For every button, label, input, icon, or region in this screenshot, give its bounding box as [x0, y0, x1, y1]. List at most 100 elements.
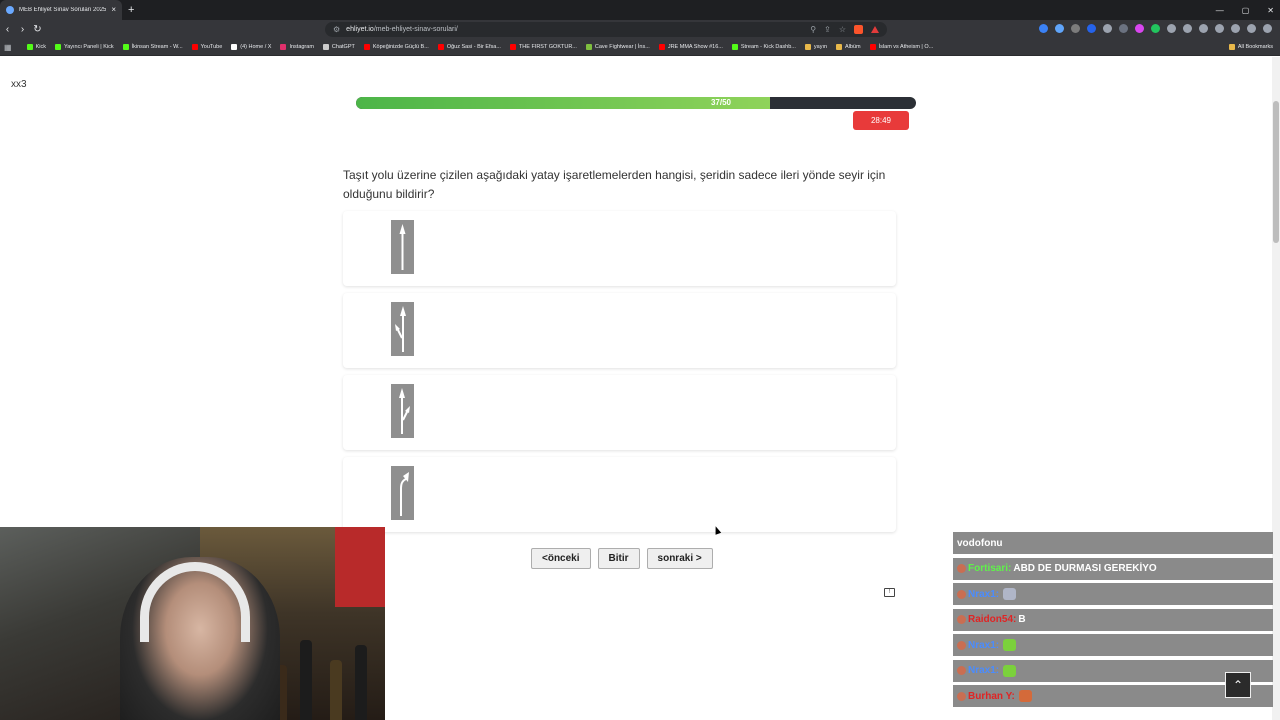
extensions-row [1039, 24, 1272, 33]
bookmark-favicon-icon [658, 44, 665, 50]
folder-icon [1228, 44, 1235, 50]
sidebar-toggle-icon[interactable] [1199, 24, 1208, 33]
bookmark-item[interactable]: Yayıncı Paneli | Kick [54, 44, 114, 50]
bookmark-item[interactable]: yayın [804, 44, 827, 50]
brave-shield-icon[interactable] [854, 25, 863, 34]
bookmark-favicon-icon [836, 44, 843, 50]
straight-or-right-arrow-marking-icon [391, 384, 414, 438]
zoom-icon[interactable]: ⚲ [810, 25, 816, 34]
bookmark-favicon-icon [54, 44, 61, 50]
bookmark-label: Köpeğinizde Güçlü B... [372, 44, 429, 50]
site-info-icon[interactable]: ⚙ [333, 25, 340, 34]
answer-option-a[interactable] [343, 211, 896, 286]
chat-username: Burhan Y: [968, 690, 1015, 702]
bookmark-item[interactable]: Cave Fightwear | İns... [585, 44, 650, 50]
straight-arrow-marking-icon [391, 220, 414, 274]
previous-button[interactable]: <önceki [531, 548, 591, 569]
answer-option-c[interactable] [343, 375, 896, 450]
extension-icon[interactable] [1055, 24, 1064, 33]
minimize-icon[interactable]: — [1216, 6, 1224, 15]
ai-assistant-icon[interactable] [1231, 24, 1240, 33]
bookmark-label: Stream - Kick Dashb... [740, 44, 796, 50]
all-bookmarks-button[interactable]: All Bookmarks [1228, 44, 1273, 50]
extension-icon[interactable] [1071, 24, 1080, 33]
bookmark-favicon-icon [509, 44, 516, 50]
wallet-icon[interactable] [1215, 24, 1224, 33]
bookmark-item[interactable]: JRE MMA Show #16... [658, 44, 723, 50]
tab-close-icon[interactable]: × [111, 6, 116, 14]
answer-option-d[interactable] [343, 457, 896, 532]
bookmark-label: JRE MMA Show #16... [667, 44, 723, 50]
share-icon[interactable]: ⇪ [824, 25, 831, 34]
all-bookmarks-label: All Bookmarks [1237, 44, 1273, 50]
bookmarks-bar: ▦ Kick Yayıncı Paneli | Kick İkinsan Strea… [0, 39, 1280, 56]
back-to-top-button[interactable]: ⌃ [1225, 672, 1251, 698]
chat-avatar-icon [957, 691, 966, 701]
bookmark-item[interactable]: Stream - Kick Dashb... [731, 44, 796, 50]
chat-text: ABD DE DURMASI GEREKİYO [1013, 563, 1157, 574]
bookmark-star-icon[interactable]: ☆ [839, 25, 846, 34]
right-turn-arrow-marking-icon [391, 466, 414, 520]
chat-message: Nrax1: [953, 634, 1273, 656]
bookmark-item[interactable]: Albüm [836, 44, 861, 50]
scrollbar-thumb[interactable] [1273, 101, 1279, 243]
bookmark-item[interactable]: THE FIRST GOKTUR... [509, 44, 577, 50]
extension-icon[interactable] [1119, 24, 1128, 33]
maximize-icon[interactable]: ▢ [1242, 6, 1250, 15]
extension-icon[interactable] [1103, 24, 1112, 33]
new-tab-button[interactable]: + [128, 4, 134, 16]
reload-icon[interactable]: ↻ [30, 24, 45, 35]
close-window-icon[interactable]: ✕ [1267, 6, 1274, 15]
webcam-bottle [300, 640, 312, 720]
extension-icon[interactable] [1039, 24, 1048, 33]
browser-tab[interactable]: MEB Ehliyet Sınav Soruları 2025 × [0, 0, 122, 20]
vpn-icon[interactable] [1247, 24, 1256, 33]
extension-icon[interactable] [1167, 24, 1176, 33]
answer-option-b[interactable] [343, 293, 896, 368]
address-bar[interactable]: ⚙ ehliyet.io/meb-ehliyet-sinav-sorulari/… [325, 22, 887, 37]
report-icon[interactable]: ! [884, 588, 895, 597]
bookmark-label: İslam vs Atheism | O... [878, 44, 934, 50]
extension-icon[interactable] [1183, 24, 1192, 33]
chat-avatar-icon [957, 666, 966, 675]
bookmark-item[interactable]: Oğuz Sasi - Bir Efsa... [437, 44, 501, 50]
bookmark-favicon-icon [122, 44, 129, 50]
bookmark-item[interactable]: YouTube [191, 44, 222, 50]
bookmark-item[interactable]: Instagram [280, 44, 314, 50]
chat-message: Nrax1: [953, 583, 1273, 605]
bookmark-item[interactable]: ChatGPT [322, 44, 355, 50]
extension-icon[interactable] [1087, 24, 1096, 33]
url-text[interactable]: ehliyet.io/meb-ehliyet-sinav-sorulari/ [346, 26, 804, 33]
bookmark-item[interactable]: İslam vs Atheism | O... [869, 44, 934, 50]
bookmark-label: ChatGPT [331, 44, 355, 50]
bookmark-item[interactable]: İkinsan Stream - W... [122, 44, 183, 50]
bookmark-item[interactable]: Kick [26, 44, 46, 50]
forward-arrow-icon[interactable]: › [15, 24, 30, 35]
webcam-bottle [330, 660, 342, 720]
bookmark-label: Kick [35, 44, 46, 50]
finish-button[interactable]: Bitir [597, 548, 640, 569]
bookmark-label: THE FIRST GOKTUR... [518, 44, 577, 50]
webcam-background-poster [335, 527, 385, 607]
next-button[interactable]: sonraki > [646, 548, 713, 569]
bookmark-favicon-icon [231, 44, 238, 50]
page-scrollbar[interactable] [1272, 57, 1280, 720]
menu-icon[interactable] [1263, 24, 1272, 33]
bookmark-label: Cave Fightwear | İns... [594, 44, 650, 50]
chat-avatar-icon [957, 564, 966, 573]
chat-message: Fortisari: ABD DE DURMASI GEREKİYO [953, 557, 1273, 580]
extension-icon[interactable] [1151, 24, 1160, 33]
bookmark-label: İkinsan Stream - W... [131, 44, 183, 50]
chat-emote-icon [1018, 690, 1032, 702]
bookmark-item[interactable]: (4) Home / X [231, 44, 271, 50]
webcam-bottle [355, 645, 367, 720]
chat-username: Raidon54: [968, 614, 1017, 625]
extension-icon[interactable] [1135, 24, 1144, 33]
chat-emote-icon [1003, 664, 1017, 677]
back-arrow-icon[interactable]: ‹ [0, 24, 15, 35]
brave-rewards-icon[interactable] [871, 26, 879, 33]
bookmark-favicon-icon [437, 44, 444, 50]
chat-username: Nrax1: [968, 665, 1000, 676]
bookmark-item[interactable]: Köpeğinizde Güçlü B... [363, 44, 429, 50]
apps-grid-icon[interactable]: ▦ [4, 43, 12, 52]
